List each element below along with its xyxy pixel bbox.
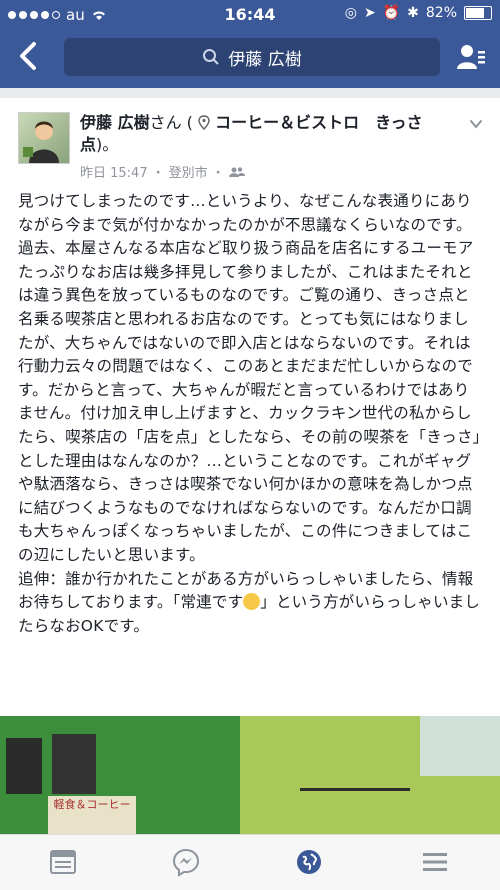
search-icon bbox=[203, 49, 220, 65]
meta-separator: ・ bbox=[151, 166, 165, 181]
post-card: 伊藤 広樹さん ( コーヒー＆ビストロ きっさ点)。 昨日 15:47 ・ 登別… bbox=[0, 98, 500, 834]
bottom-tab-bar bbox=[0, 834, 500, 890]
photo-window bbox=[6, 738, 42, 794]
battery-percent: 82% bbox=[425, 5, 457, 21]
location-pin-icon bbox=[198, 115, 210, 131]
bluetooth-icon: ✱ bbox=[407, 5, 419, 21]
post-body: 見つけてしまったのです…というより、なぜこんな表通りにありながら今まで気が付かな… bbox=[18, 190, 484, 638]
search-text: 伊藤 広樹 bbox=[228, 49, 302, 70]
avatar[interactable] bbox=[18, 112, 70, 164]
author-suffix: さん ( bbox=[149, 113, 193, 132]
post-body-text: 見つけてしまったのです…というより、なぜこんな表通りにありながら今まで気が付かな… bbox=[18, 192, 481, 612]
status-bar: au 16:44 ◎ ➤ ⏰ ✱ 82% bbox=[0, 0, 500, 28]
friends-audience-icon[interactable] bbox=[228, 166, 245, 178]
rotation-lock-icon: ◎ bbox=[344, 5, 357, 21]
back-icon[interactable] bbox=[14, 38, 44, 74]
location-arrow-icon: ➤ bbox=[363, 5, 376, 21]
location-text[interactable]: 登別市 bbox=[169, 162, 208, 181]
post-photo[interactable]: 軽食＆コーヒー bbox=[0, 716, 500, 834]
place-suffix: )。 bbox=[96, 135, 119, 154]
alarm-icon: ⏰ bbox=[382, 5, 401, 21]
top-nav: 伊藤 広樹 bbox=[0, 28, 500, 88]
menu-icon[interactable] bbox=[420, 847, 450, 877]
news-feed-icon[interactable] bbox=[48, 847, 78, 877]
meta-separator-2: ・ bbox=[211, 166, 225, 181]
messenger-icon[interactable] bbox=[171, 847, 201, 877]
laughing-emoji-icon bbox=[243, 593, 261, 611]
globe-notifications-icon[interactable] bbox=[294, 847, 324, 877]
friends-icon[interactable] bbox=[456, 42, 486, 72]
battery-icon bbox=[464, 6, 492, 20]
post-header: 伊藤 広樹さん ( コーヒー＆ビストロ きっさ点)。 bbox=[80, 112, 460, 156]
post-meta: 昨日 15:47 ・ 登別市 ・ bbox=[80, 162, 245, 181]
search-input[interactable]: 伊藤 広樹 bbox=[64, 38, 440, 76]
photo-sky bbox=[420, 716, 500, 776]
chevron-down-icon[interactable] bbox=[468, 116, 484, 132]
photo-sign: 軽食＆コーヒー bbox=[48, 796, 136, 834]
timestamp[interactable]: 昨日 15:47 bbox=[80, 162, 148, 181]
photo-window bbox=[52, 734, 96, 794]
photo-railing bbox=[300, 788, 410, 834]
author-name[interactable]: 伊藤 広樹 bbox=[80, 113, 150, 132]
